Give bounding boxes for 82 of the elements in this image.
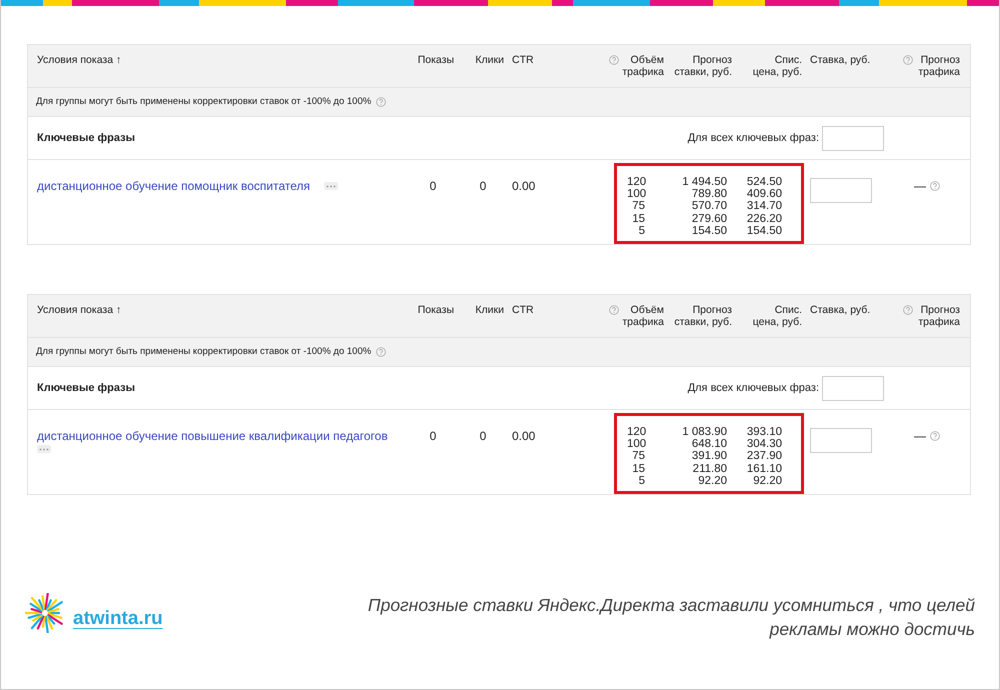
section-title: Ключевые фразы — [37, 380, 135, 396]
help-icon[interactable] — [609, 55, 620, 65]
keyword-link[interactable]: дистанционное обучение повышение квалификации педагогов — [37, 427, 388, 445]
column-header[interactable]: Клики — [475, 54, 504, 66]
column-header[interactable]: Клики — [475, 304, 504, 316]
help-icon[interactable] — [376, 97, 386, 107]
column-header[interactable]: Прогноз трафика — [916, 54, 960, 78]
table-cell-text: 1 083.90 — [681, 427, 727, 439]
column-header[interactable]: Прогноз ставки, руб. — [672, 304, 732, 328]
help-icon[interactable] — [903, 305, 913, 315]
keyword-link[interactable]: дистанционное обучение помощник воспитателя — [37, 177, 310, 195]
logo-icon — [25, 593, 65, 633]
bid-input-field[interactable] — [810, 428, 872, 453]
table-cell-text: 391.90 — [690, 451, 727, 464]
column-header[interactable]: Ставка, руб. — [810, 304, 870, 316]
table-cell: 0.00 — [512, 429, 536, 443]
column-header[interactable]: Условия показа ↑ — [37, 304, 122, 316]
column-header[interactable]: CTR — [512, 304, 534, 316]
help-icon[interactable] — [903, 55, 913, 65]
table-cell-text: 154.50 — [746, 226, 782, 238]
table-cell-text: 524.50 — [746, 177, 782, 189]
more-button[interactable] — [37, 445, 51, 453]
table-cell-text: 304.30 — [746, 439, 782, 451]
table-cell: 0 — [430, 429, 436, 443]
more-button[interactable] — [324, 182, 338, 190]
caption: Прогнозные ставки Яндекс.Директа заставили усомниться , что целей рекламы можно достичь — [366, 594, 975, 641]
table-cell: 0 — [480, 429, 486, 443]
help-icon[interactable] — [609, 305, 620, 315]
table-cell-text: 409.60 — [746, 189, 782, 201]
table-cell-text: 15 — [631, 464, 645, 476]
field-label: Для всех ключевых фраз: — [688, 380, 819, 396]
table-cell-text: 237.90 — [746, 451, 782, 464]
table-cell-text: 5 — [638, 476, 645, 488]
bid-input-field[interactable] — [822, 126, 884, 150]
section-title: Ключевые фразы — [37, 130, 135, 146]
table-cell-text: 393.10 — [746, 427, 782, 439]
table-cell-text: 570.70 — [690, 201, 727, 214]
table-cell-text: 75 — [631, 451, 645, 464]
table-cell-text: 15 — [631, 214, 645, 226]
table-cell-text: 92.20 — [752, 476, 782, 488]
bid-input-field[interactable] — [822, 376, 884, 400]
column-header[interactable]: Объём трафика — [622, 304, 664, 328]
table-cell-text: 100 — [627, 189, 645, 201]
table-cell-text: 75 — [631, 201, 645, 214]
table-cell-text: 154.50 — [690, 226, 727, 238]
table-cell-text: 120 — [627, 427, 645, 439]
table-cell-text: 226.20 — [746, 214, 782, 226]
table-cell: 0 — [430, 179, 436, 193]
column-header[interactable]: Прогноз ставки, руб. — [672, 54, 732, 78]
table-cell-text: — — [914, 178, 926, 195]
table-cell-text: 789.80 — [690, 189, 727, 201]
table-cell: 0.00 — [512, 179, 536, 193]
column-header[interactable]: Ставка, руб. — [810, 54, 870, 66]
table-cell-text: 100 — [627, 439, 645, 451]
table-cell-text: 648.10 — [690, 439, 727, 451]
help-icon[interactable] — [930, 181, 940, 191]
table-cell-text: 161.10 — [746, 464, 782, 476]
table-cell-text: 92.20 — [697, 476, 727, 488]
table-cell-text: — — [914, 428, 926, 445]
column-header[interactable]: Прогноз трафика — [916, 304, 960, 328]
help-icon[interactable] — [930, 431, 940, 441]
table-cell-text: 211.80 — [692, 464, 727, 476]
table-cell-text: 120 — [627, 177, 645, 189]
help-icon[interactable] — [376, 347, 386, 357]
dots-icon — [326, 184, 336, 188]
column-header[interactable]: Условия показа ↑ — [37, 54, 122, 66]
column-header[interactable]: Объём трафика — [622, 54, 664, 78]
table-cell-text: 1 494.50 — [681, 177, 727, 189]
column-header[interactable]: Показы — [418, 304, 454, 316]
column-header[interactable]: CTR — [512, 54, 534, 66]
dots-icon — [39, 448, 49, 450]
bid-input-field[interactable] — [810, 178, 872, 203]
note-text: Для группы могут быть применены корректировки ставок от -100% до 100% — [36, 94, 372, 109]
table-cell-text: 314.70 — [746, 201, 782, 214]
table-cell-text: 5 — [638, 226, 645, 238]
field-label: Для всех ключевых фраз: — [688, 130, 819, 146]
table-cell: 0 — [480, 179, 486, 193]
table-cell-text: 279.60 — [690, 214, 727, 226]
note-text: Для группы могут быть применены корректировки ставок от -100% до 100% — [36, 344, 372, 359]
column-header[interactable]: Спис. цена, руб. — [750, 54, 802, 78]
column-header[interactable]: Спис. цена, руб. — [750, 304, 802, 328]
column-header[interactable]: Показы — [418, 54, 454, 66]
